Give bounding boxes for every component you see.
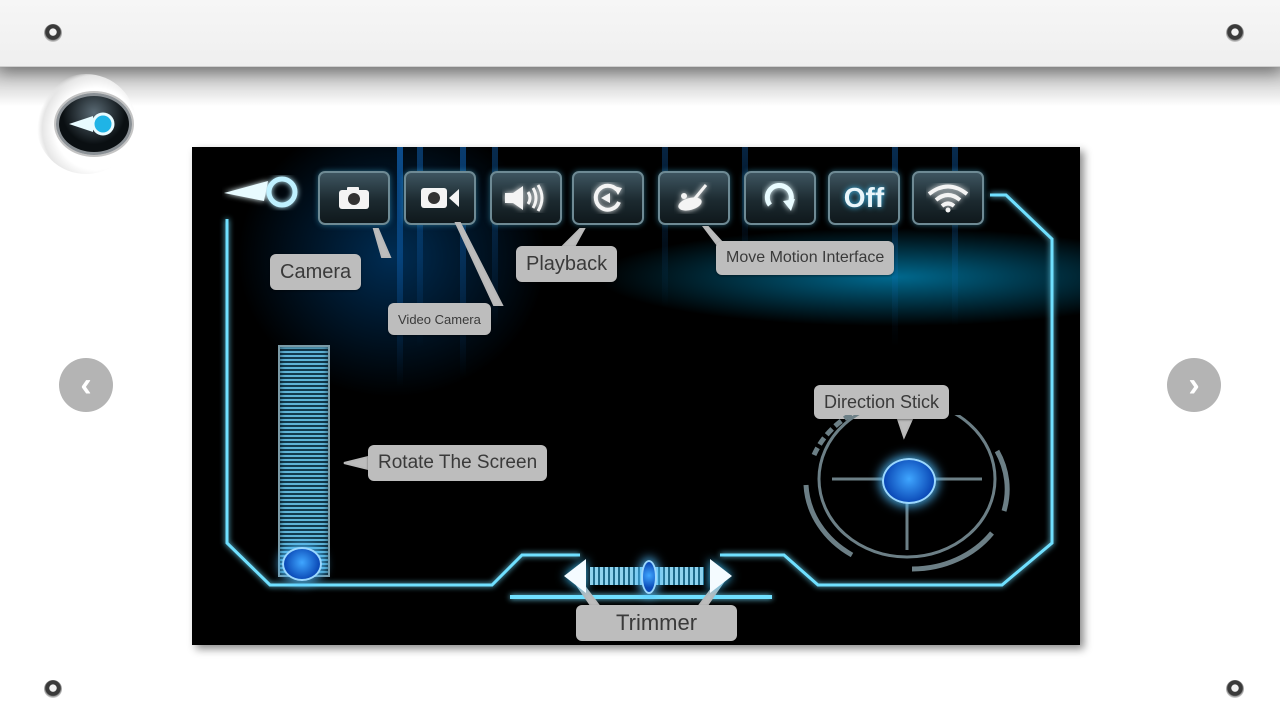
trimmer-knob[interactable] (641, 560, 657, 594)
trimmer-callout: Trimmer (576, 605, 738, 641)
speaker-icon (505, 184, 544, 212)
rotate-screen-callout: Rotate The Screen (368, 445, 548, 481)
refresh-icon (764, 183, 795, 211)
playback-button[interactable] (572, 171, 644, 225)
sound-button[interactable] (490, 171, 562, 225)
screw-icon (44, 680, 62, 698)
direction-ring-segment (994, 449, 1010, 512)
direction-stick-knob[interactable] (882, 458, 936, 504)
video-camera-button[interactable] (404, 171, 476, 225)
back-button[interactable] (56, 93, 132, 155)
trimmer-left-arrow[interactable] (564, 559, 586, 593)
motion-icon (678, 184, 708, 211)
eye-arrow-icon (224, 176, 298, 208)
wifi-button[interactable] (912, 171, 984, 225)
move-motion-button[interactable] (658, 171, 730, 225)
screw-icon (1226, 680, 1244, 698)
playback-icon (593, 183, 622, 212)
direction-ring-segment (911, 531, 994, 572)
chevron-left-icon: ‹ (80, 366, 92, 404)
wifi-icon (927, 184, 969, 213)
off-toggle-button[interactable]: Off (828, 171, 900, 225)
eye-arrow-back-icon (69, 112, 115, 136)
chevron-right-icon: › (1188, 366, 1200, 404)
next-arrow-button[interactable]: › (1167, 358, 1221, 412)
rotate-screen-slider[interactable] (278, 345, 330, 577)
screw-icon (1226, 24, 1244, 42)
rotate-button[interactable] (744, 171, 816, 225)
playback-callout: Playback (516, 246, 618, 282)
top-bar-shadow (0, 66, 1280, 106)
video-camera-callout: Video Camera (388, 303, 491, 335)
rotate-screen-slider-knob[interactable] (282, 547, 322, 581)
top-bar (0, 0, 1280, 67)
camera-callout: Camera (270, 254, 362, 290)
video-camera-icon (421, 188, 459, 208)
previous-arrow-button[interactable]: ‹ (59, 358, 113, 412)
controller-screen: Off Camera Video Camera Playback Move Mo… (192, 147, 1080, 645)
camera-button[interactable] (318, 171, 390, 225)
off-toggle-icon: Off (843, 182, 885, 213)
screw-icon (44, 24, 62, 42)
direction-ring-segment (803, 484, 854, 558)
direction-ring-segment (811, 415, 856, 457)
trimmer-right-arrow[interactable] (710, 559, 732, 593)
toolbar-back-button[interactable] (222, 175, 302, 215)
move-motion-callout: Move Motion Interface (716, 241, 895, 275)
direction-stick-callout: Direction Stick (814, 385, 950, 419)
camera-icon (339, 187, 369, 209)
